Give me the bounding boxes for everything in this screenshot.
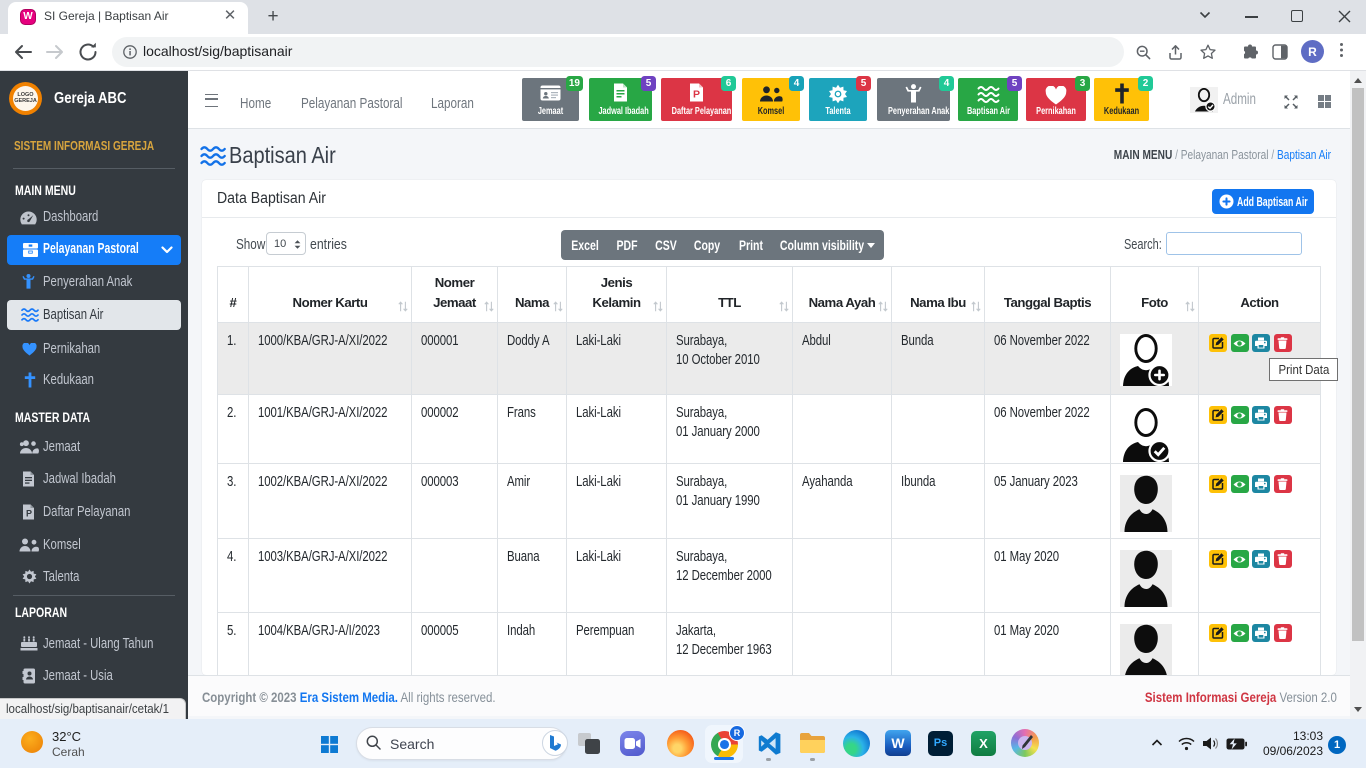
svg-text:P: P (693, 89, 700, 101)
svg-text:P: P (26, 509, 32, 519)
